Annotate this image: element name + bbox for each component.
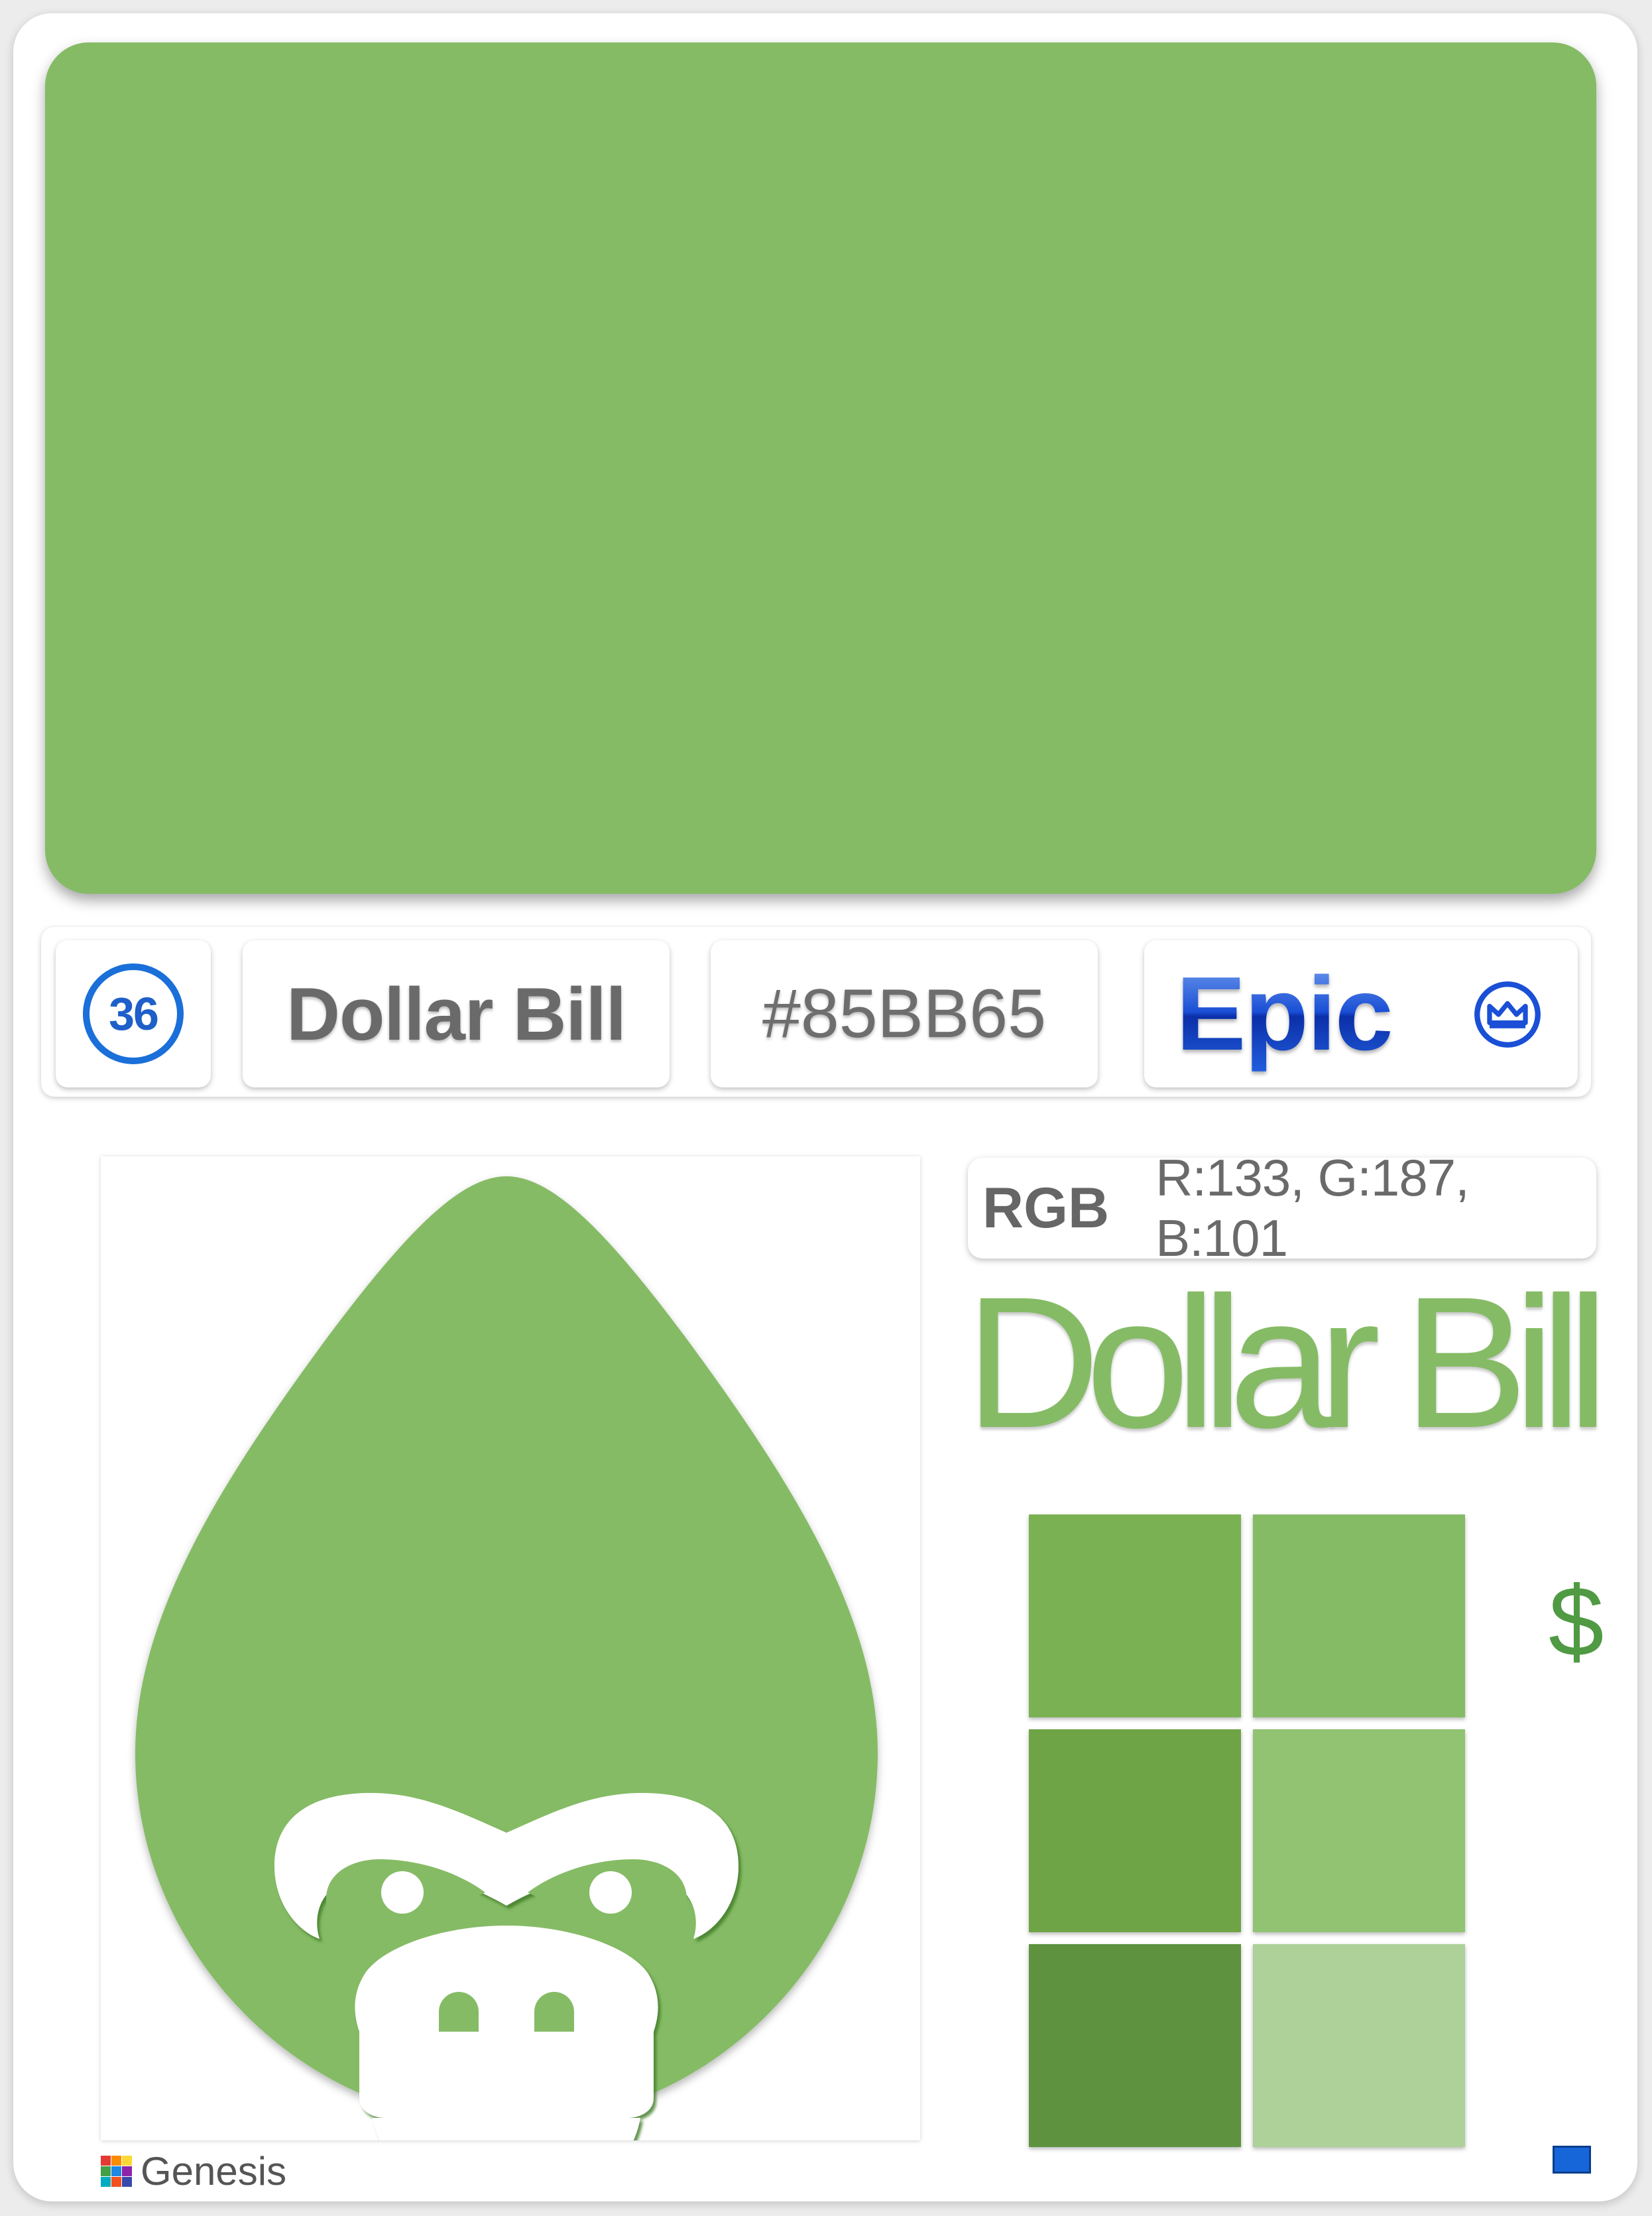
- logo-panel: [101, 1156, 920, 2211]
- number-chip: 36: [56, 940, 211, 1087]
- dollar-icon: $: [1549, 1566, 1604, 1677]
- gorilla-drop-icon: [135, 1176, 878, 2211]
- color-name: Dollar Bill: [286, 972, 626, 1056]
- hex-code: #85BB65: [762, 975, 1046, 1052]
- brand-name: Genesis: [141, 2149, 287, 2193]
- shade-swatch-6: [1253, 1944, 1465, 2147]
- rgb-values: R:133, G:187, B:101: [1155, 1148, 1470, 1267]
- footer-brand: Genesis: [101, 2148, 286, 2194]
- rgb-label: RGB: [982, 1176, 1110, 1240]
- shade-swatch-3: [1029, 1729, 1241, 1932]
- number-badge: 36: [83, 963, 184, 1064]
- info-row: 36 Dollar Bill #85BB65 Epic: [41, 927, 1591, 1097]
- big-color-name: Dollar Bill: [965, 1258, 1609, 1467]
- hex-chip: #85BB65: [711, 940, 1098, 1087]
- card-number: 36: [109, 988, 159, 1040]
- crown-icon: [1474, 981, 1541, 1048]
- name-chip: Dollar Bill: [243, 940, 670, 1087]
- color-hero-swatch: [45, 42, 1596, 894]
- rgb-box: RGB R:133, G:187, B:101: [968, 1148, 1596, 1267]
- rarity-chip: Epic: [1144, 940, 1578, 1087]
- grid-logo-icon: [101, 2155, 132, 2187]
- rarity-label: Epic: [1176, 954, 1393, 1074]
- shade-swatch-5: [1029, 1944, 1241, 2147]
- shade-swatch-4: [1253, 1729, 1465, 1932]
- shade-swatch-2: [1253, 1514, 1465, 1717]
- shade-swatch-1: [1029, 1514, 1241, 1717]
- corner-mark: [1553, 2146, 1591, 2174]
